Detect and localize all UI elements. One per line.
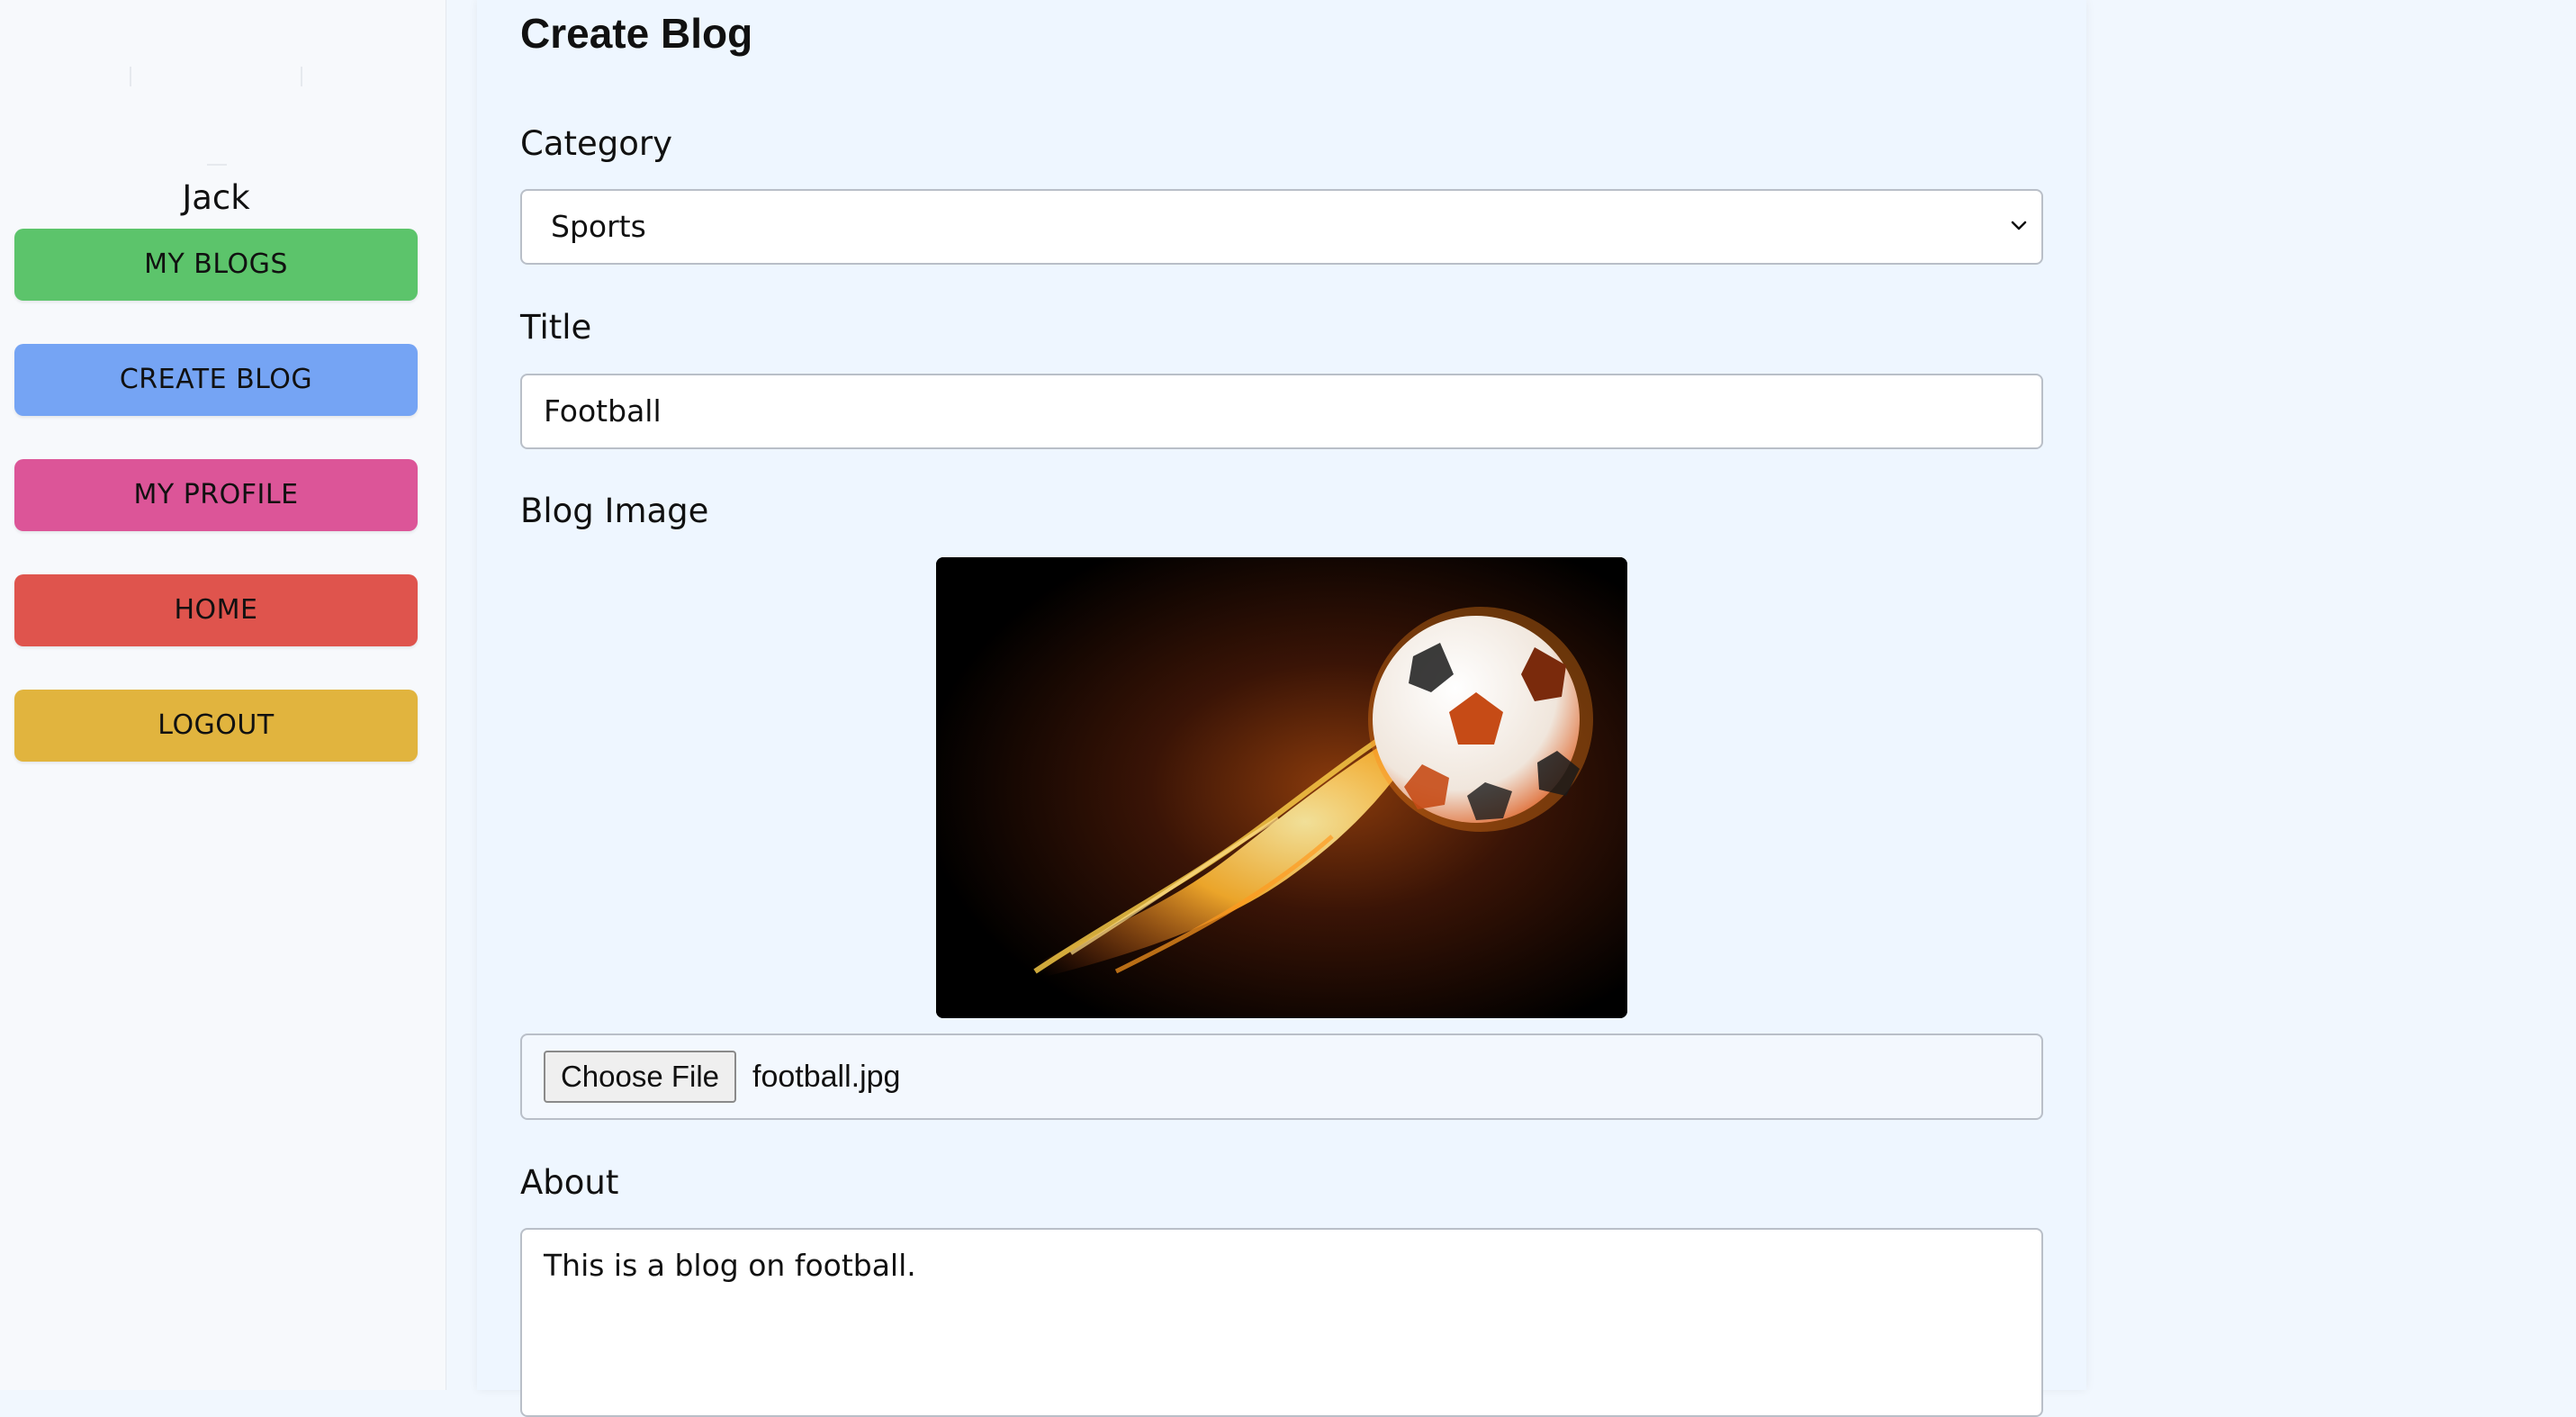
choose-file-button[interactable]: Choose File: [544, 1051, 736, 1103]
avatar-edge-right: [301, 67, 302, 86]
title-input[interactable]: Football: [520, 374, 2043, 449]
sidebar: Jack MY BLOGS CREATE BLOG MY PROFILE HOM…: [0, 0, 446, 1390]
about-textarea[interactable]: This is a blog on football.: [520, 1228, 2043, 1417]
avatar-edge-left: [130, 67, 131, 86]
avatar: [130, 65, 302, 166]
logout-button[interactable]: LOGOUT: [14, 690, 418, 762]
category-label: Category: [520, 124, 673, 163]
username: Jack: [182, 178, 250, 217]
my-profile-button[interactable]: MY PROFILE: [14, 459, 418, 531]
home-button[interactable]: HOME: [14, 574, 418, 646]
flaming-soccer-ball-icon: [936, 557, 1627, 1018]
title-label: Title: [520, 308, 592, 347]
create-blog-form: Create Blog Category Sports Title Footba…: [477, 0, 2086, 1417]
category-selected-value: Sports: [551, 209, 646, 244]
blog-image-preview: [936, 557, 1627, 1018]
my-blogs-button[interactable]: MY BLOGS: [14, 229, 418, 301]
chevron-down-icon: [2011, 221, 2027, 230]
about-label: About: [520, 1163, 619, 1202]
image-file-input[interactable]: Choose File football.jpg: [520, 1033, 2043, 1120]
create-blog-button[interactable]: CREATE BLOG: [14, 344, 418, 416]
blog-image-label: Blog Image: [520, 492, 709, 530]
avatar-edge-bottom: [207, 164, 227, 166]
selected-file-name: football.jpg: [752, 1060, 901, 1094]
category-select[interactable]: Sports: [520, 189, 2043, 265]
page-title: Create Blog: [520, 10, 753, 57]
